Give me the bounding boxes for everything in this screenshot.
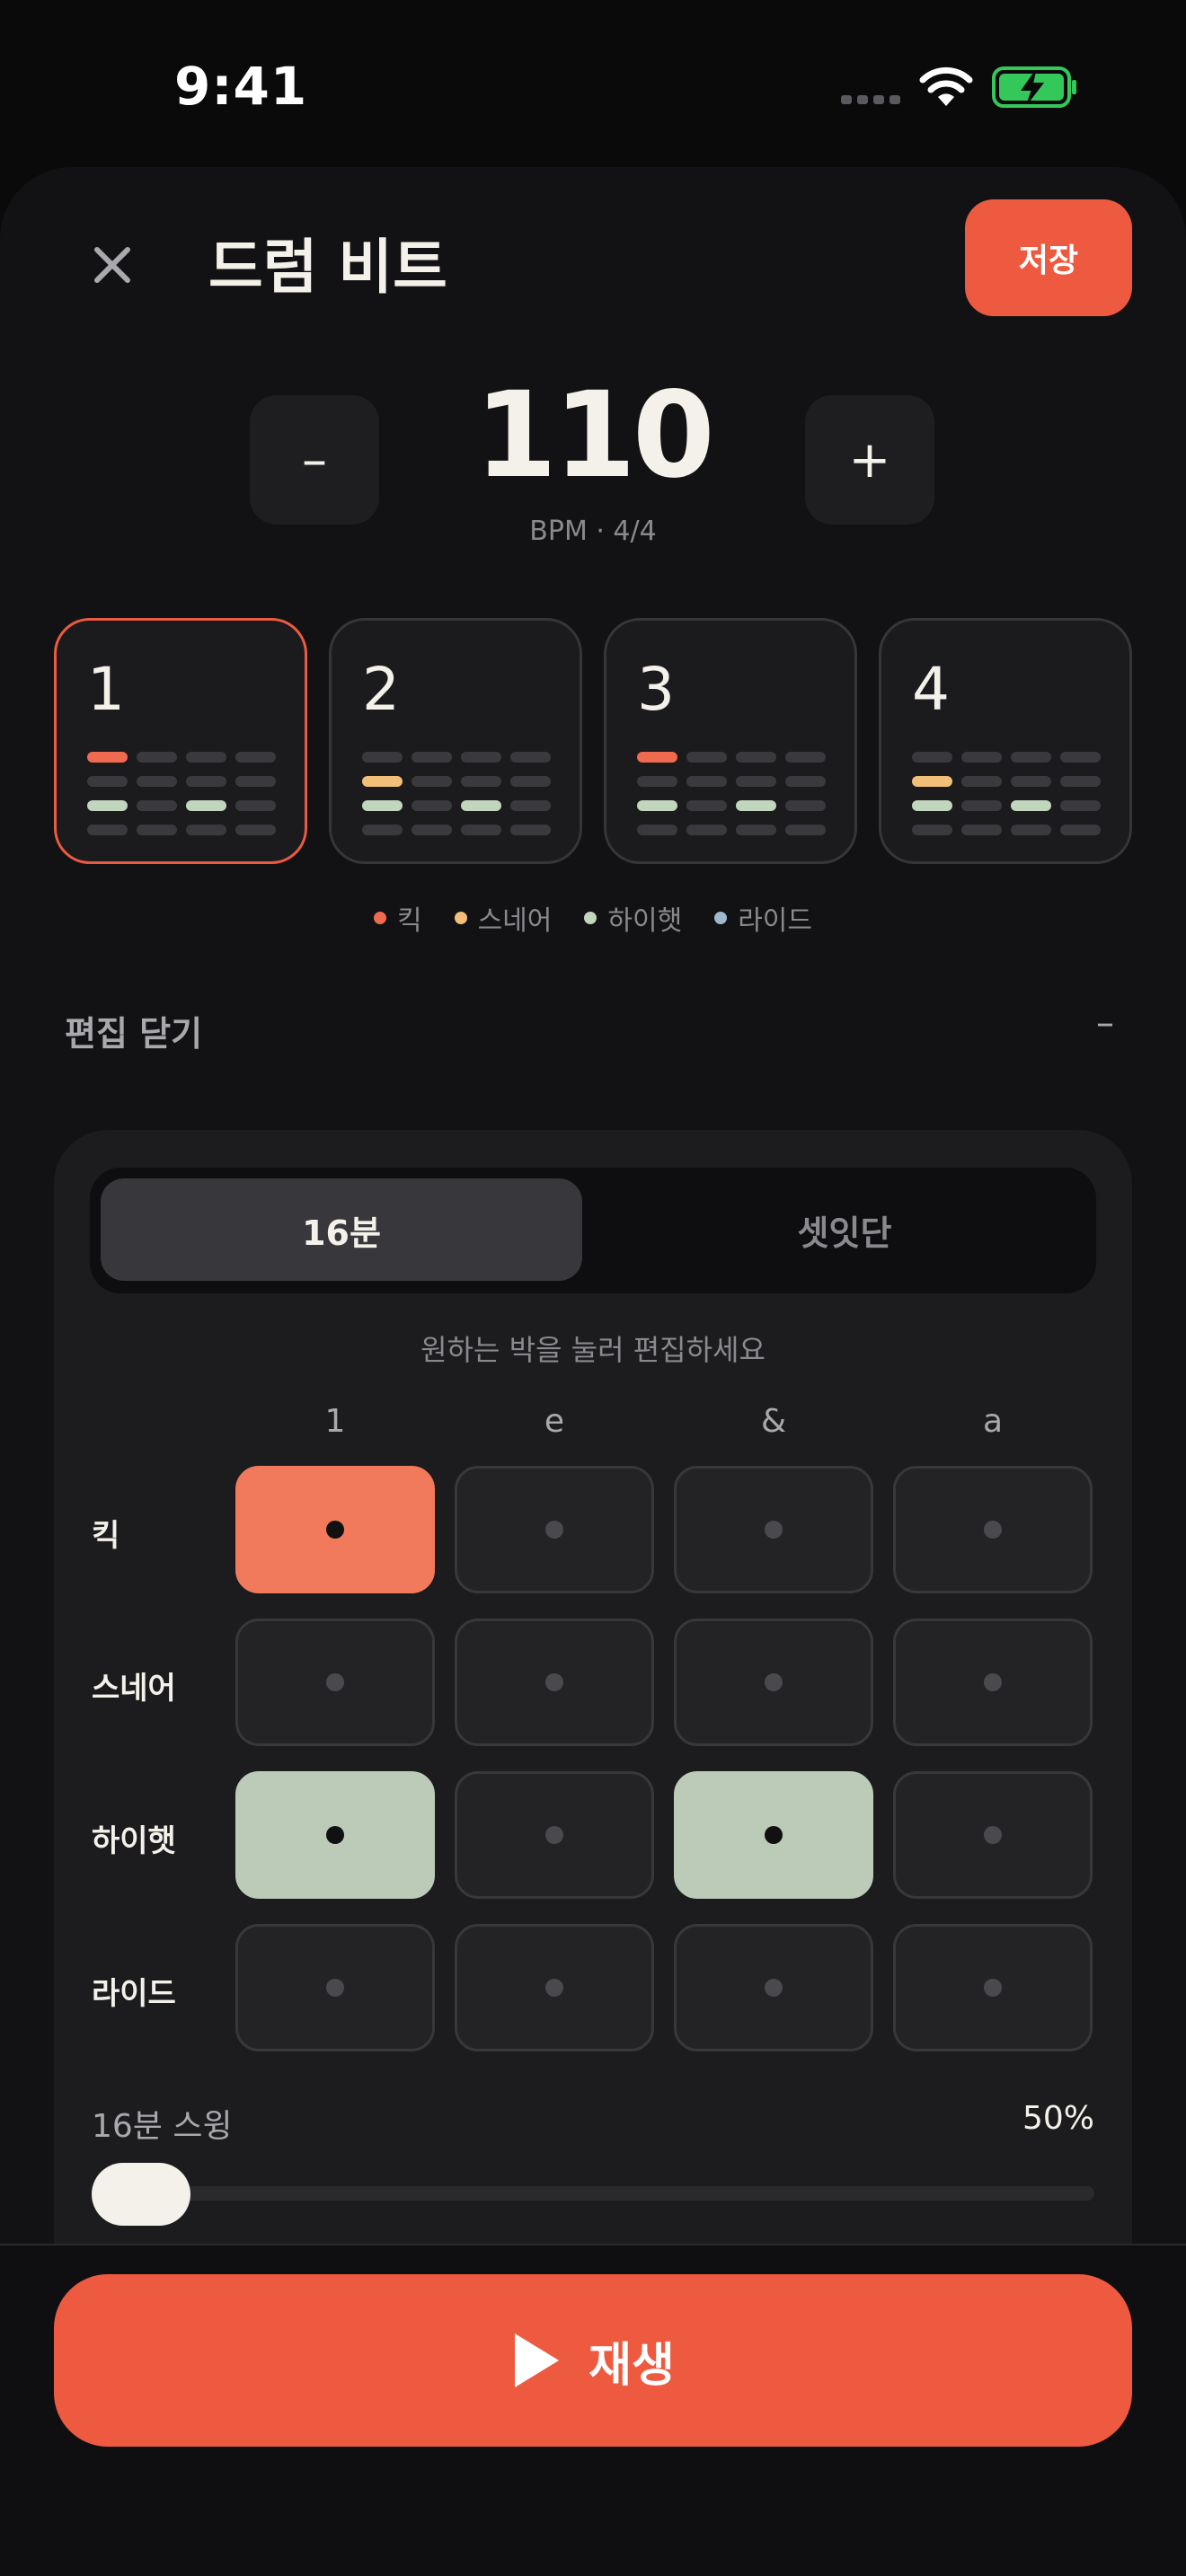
pattern-preview — [87, 752, 276, 849]
step-cell-snare-e[interactable] — [455, 1619, 654, 1746]
step-cell-ride-and[interactable] — [674, 1924, 873, 2051]
step-cell-hihat-1[interactable] — [235, 1771, 435, 1899]
bottom-action-bar: 재생 — [0, 2244, 1186, 2576]
bpm-meter-label: BPM · 4/4 — [529, 516, 657, 547]
pattern-number: 3 — [637, 655, 675, 724]
step-cell-snare-a[interactable] — [893, 1619, 1093, 1746]
pattern-number: 4 — [912, 655, 950, 724]
close-icon[interactable] — [83, 235, 142, 295]
status-bar: 9:41 — [0, 0, 1186, 171]
step-editor: 16분 셋잇단 원하는 박을 눌러 편집하세요 1 e & a 킥 스네어 하이… — [54, 1130, 1132, 2244]
tempo-decrease-button[interactable]: – — [250, 395, 379, 525]
snare-color-dot — [454, 912, 467, 924]
editor-hint: 원하는 박을 눌러 편집하세요 — [420, 1333, 766, 1367]
tempo-increase-button[interactable]: + — [805, 395, 934, 525]
column-header: & — [760, 1403, 787, 1440]
close-editor-link[interactable]: 편집 닫기 — [65, 1006, 202, 1055]
step-cell-kick-a[interactable] — [893, 1466, 1093, 1593]
play-icon — [515, 2333, 560, 2387]
swing-slider-track[interactable] — [92, 2186, 1094, 2201]
step-cell-ride-1[interactable] — [235, 1924, 435, 2051]
step-cell-ride-e[interactable] — [455, 1924, 654, 2051]
row-label-hihat: 하이햇 — [92, 1823, 176, 1859]
column-header: a — [982, 1403, 1004, 1440]
swing-label: 16분 스윙 — [92, 2108, 233, 2145]
pattern-card-4[interactable]: 4 — [879, 618, 1132, 864]
ride-color-dot — [714, 912, 728, 924]
subdivision-switch: 16분 셋잇단 — [90, 1168, 1096, 1293]
step-cell-kick-and[interactable] — [674, 1466, 873, 1593]
collapse-toggle[interactable]: – — [1096, 1002, 1114, 1044]
pattern-card-1[interactable]: 1 — [54, 618, 307, 864]
step-cell-snare-and[interactable] — [674, 1619, 873, 1746]
wifi-icon — [919, 66, 973, 106]
bpm-value: 110 — [474, 366, 715, 505]
play-label: 재생 — [589, 2338, 675, 2393]
pattern-card-2[interactable]: 2 — [329, 618, 582, 864]
row-label-kick: 킥 — [92, 1518, 120, 1554]
step-cell-kick-e[interactable] — [455, 1466, 654, 1593]
subdivision-triplet[interactable]: 셋잇단 — [604, 1178, 1085, 1281]
kick-color-dot — [373, 912, 386, 924]
legend-item-ride: 라이드 — [714, 898, 812, 938]
column-header: 1 — [324, 1403, 346, 1440]
save-button[interactable]: 저장 — [965, 199, 1132, 316]
swing-value: 50% — [1022, 2100, 1094, 2137]
row-label-ride: 라이드 — [92, 1976, 176, 2012]
pattern-number: 1 — [87, 655, 125, 724]
step-cell-kick-1[interactable] — [235, 1466, 435, 1593]
step-cell-hihat-and[interactable] — [674, 1771, 873, 1899]
step-cell-hihat-a[interactable] — [893, 1771, 1093, 1899]
column-header: e — [544, 1403, 565, 1440]
page-title: 드럼 비트 — [208, 233, 447, 302]
pattern-preview — [912, 752, 1101, 849]
step-cell-ride-a[interactable] — [893, 1924, 1093, 2051]
legend-item-snare: 스네어 — [454, 898, 552, 938]
legend-item-hihat: 하이햇 — [584, 898, 682, 938]
battery-charging-icon — [992, 66, 1076, 108]
legend-item-kick: 킥 — [373, 898, 422, 938]
step-cell-snare-1[interactable] — [235, 1619, 435, 1746]
step-cell-hihat-e[interactable] — [455, 1771, 654, 1899]
play-button[interactable]: 재생 — [54, 2274, 1132, 2447]
subdivision-16th[interactable]: 16분 — [101, 1178, 582, 1281]
cellular-signal-icon — [841, 95, 900, 104]
pattern-card-3[interactable]: 3 — [604, 618, 857, 864]
pattern-preview — [637, 752, 826, 849]
pattern-preview — [362, 752, 551, 849]
pattern-number: 2 — [362, 655, 400, 724]
instrument-legend: 킥 스네어 하이햇 라이드 — [0, 898, 1186, 938]
hihat-color-dot — [584, 912, 597, 924]
swing-slider-thumb[interactable] — [92, 2163, 190, 2226]
row-label-snare: 스네어 — [92, 1671, 176, 1707]
status-time: 9:41 — [174, 56, 308, 117]
